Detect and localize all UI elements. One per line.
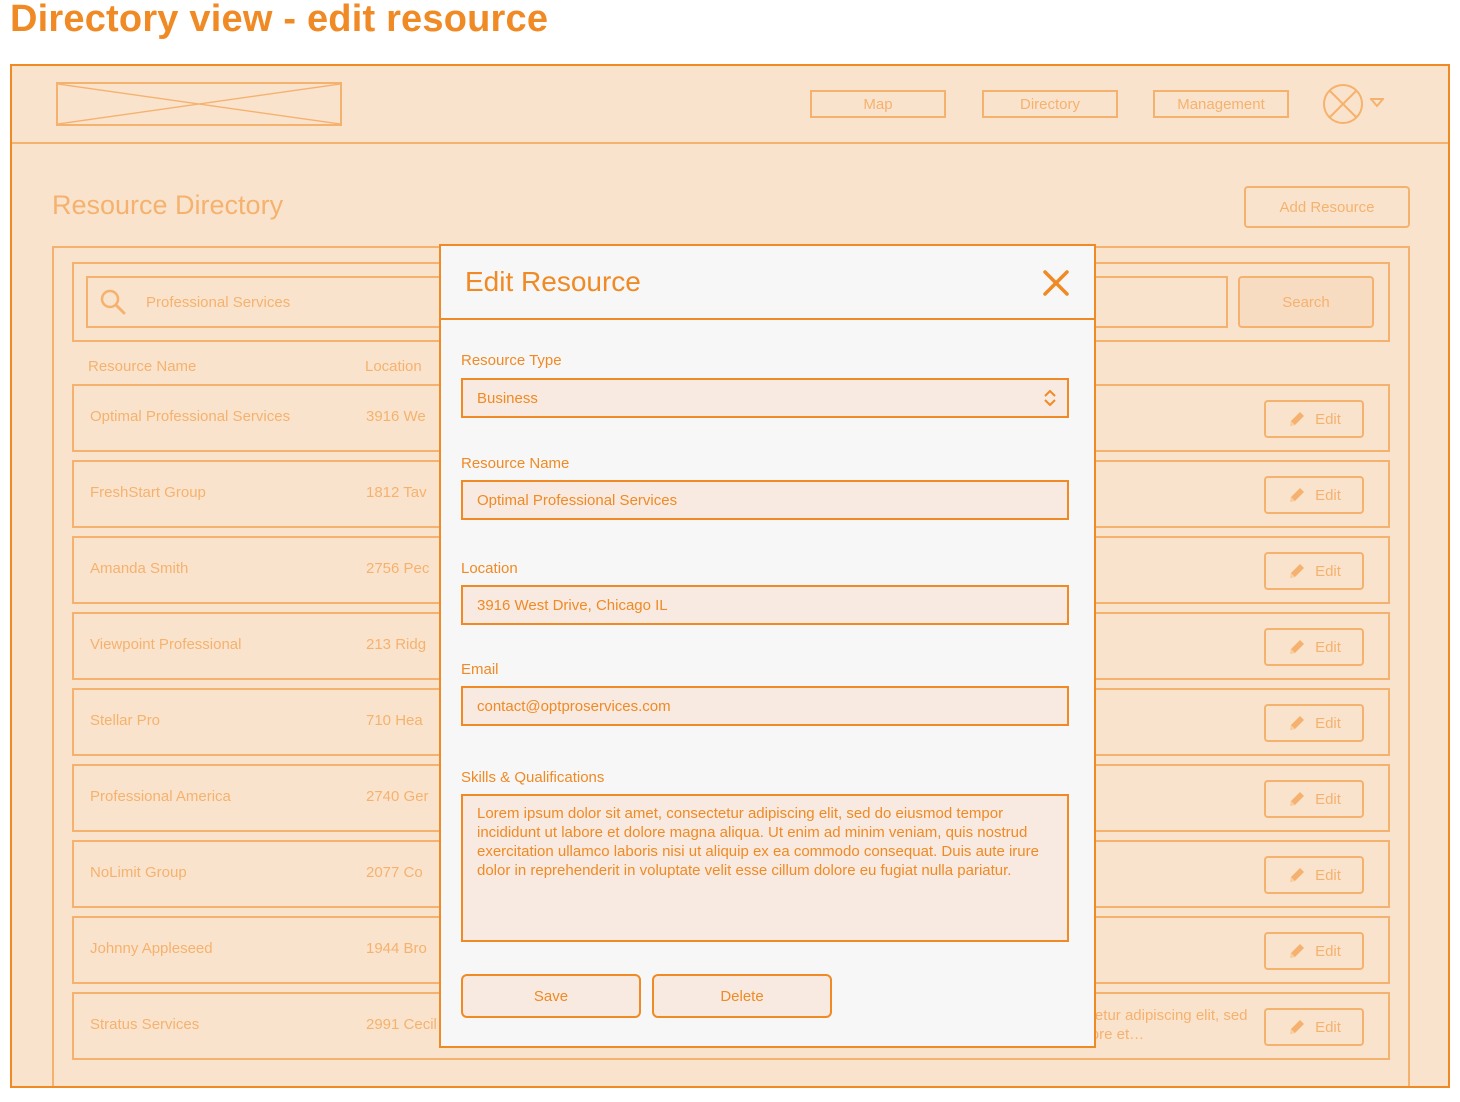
nav-management-button[interactable]: Management bbox=[1153, 90, 1289, 118]
delete-button[interactable]: Delete bbox=[652, 974, 832, 1018]
edit-button-label: Edit bbox=[1315, 1018, 1341, 1036]
resource-type-label: Resource Type bbox=[461, 352, 562, 369]
edit-button[interactable]: Edit bbox=[1264, 552, 1364, 590]
avatar-placeholder-icon[interactable] bbox=[1322, 83, 1364, 125]
pencil-icon bbox=[1290, 944, 1305, 958]
location-field[interactable]: 3916 West Drive, Chicago IL bbox=[461, 585, 1069, 625]
chevron-down-icon[interactable] bbox=[1370, 98, 1384, 108]
edit-button[interactable]: Edit bbox=[1264, 856, 1364, 894]
edit-button-label: Edit bbox=[1315, 790, 1341, 808]
edit-button-label: Edit bbox=[1315, 942, 1341, 960]
row-resource-name: Stellar Pro bbox=[90, 712, 161, 729]
resource-name-value: Optimal Professional Services bbox=[477, 491, 678, 509]
modal-header: Edit Resource bbox=[441, 246, 1094, 320]
top-navigation: Map Directory Management bbox=[12, 66, 1448, 144]
row-location: 2740 Ger bbox=[366, 788, 429, 805]
nav-map-button[interactable]: Map bbox=[810, 90, 946, 118]
pencil-icon bbox=[1290, 640, 1305, 654]
edit-button-label: Edit bbox=[1315, 562, 1341, 580]
location-value: 3916 West Drive, Chicago IL bbox=[477, 596, 668, 614]
edit-button-label: Edit bbox=[1315, 486, 1341, 504]
email-label: Email bbox=[461, 661, 499, 678]
add-resource-button[interactable]: Add Resource bbox=[1244, 186, 1410, 228]
pencil-icon bbox=[1290, 1020, 1305, 1034]
app-window: Map Directory Management Resource Direct… bbox=[10, 64, 1450, 1088]
edit-button[interactable]: Edit bbox=[1264, 704, 1364, 742]
skills-label: Skills & Qualifications bbox=[461, 769, 605, 786]
resource-name-field[interactable]: Optimal Professional Services bbox=[461, 480, 1069, 520]
edit-button[interactable]: Edit bbox=[1264, 780, 1364, 818]
edit-button-label: Edit bbox=[1315, 866, 1341, 884]
save-button[interactable]: Save bbox=[461, 974, 641, 1018]
edit-resource-modal: Edit Resource Resource Type Business Res… bbox=[439, 244, 1096, 1048]
edit-button-label: Edit bbox=[1315, 638, 1341, 656]
pencil-icon bbox=[1290, 412, 1305, 426]
row-resource-name: Viewpoint Professional bbox=[90, 636, 242, 653]
row-resource-name: Stratus Services bbox=[90, 1016, 200, 1033]
row-location: 213 Ridg bbox=[366, 636, 427, 653]
select-arrows-icon bbox=[1044, 389, 1056, 407]
edit-button[interactable]: Edit bbox=[1264, 628, 1364, 666]
row-resource-name: NoLimit Group bbox=[90, 864, 187, 881]
edit-button-label: Edit bbox=[1315, 410, 1341, 428]
email-value: contact@optproservices.com bbox=[477, 697, 671, 715]
edit-button[interactable]: Edit bbox=[1264, 932, 1364, 970]
row-location: 3916 We bbox=[366, 408, 426, 425]
row-resource-name: Amanda Smith bbox=[90, 560, 189, 577]
row-location: 1944 Bro bbox=[366, 940, 427, 957]
pencil-icon bbox=[1290, 868, 1305, 882]
edit-button[interactable]: Edit bbox=[1264, 400, 1364, 438]
nav-directory-button[interactable]: Directory bbox=[982, 90, 1118, 118]
directory-title: Resource Directory bbox=[52, 190, 284, 220]
search-button[interactable]: Search bbox=[1238, 276, 1374, 328]
page-title: Directory view - edit resource bbox=[10, 0, 549, 40]
column-header-resource-name: Resource Name bbox=[88, 358, 197, 375]
search-input-value: Professional Services bbox=[146, 293, 291, 311]
pencil-icon bbox=[1290, 564, 1305, 578]
resource-type-select[interactable]: Business bbox=[461, 378, 1069, 418]
edit-button[interactable]: Edit bbox=[1264, 476, 1364, 514]
row-location: 1812 Tav bbox=[366, 484, 427, 501]
search-icon bbox=[100, 289, 126, 315]
column-header-location: Location bbox=[365, 358, 422, 375]
row-location: 2077 Co bbox=[366, 864, 423, 881]
modal-title: Edit Resource bbox=[465, 266, 641, 297]
row-resource-name: Johnny Appleseed bbox=[90, 940, 213, 957]
row-location: 2756 Pec bbox=[366, 560, 430, 577]
pencil-icon bbox=[1290, 488, 1305, 502]
row-resource-name: Optimal Professional Services bbox=[90, 408, 291, 425]
row-resource-name: FreshStart Group bbox=[90, 484, 206, 501]
pencil-icon bbox=[1290, 716, 1305, 730]
location-label: Location bbox=[461, 560, 518, 577]
edit-button[interactable]: Edit bbox=[1264, 1008, 1364, 1046]
close-icon[interactable] bbox=[1041, 268, 1071, 298]
row-resource-name: Professional America bbox=[90, 788, 231, 805]
email-field[interactable]: contact@optproservices.com bbox=[461, 686, 1069, 726]
row-location: 710 Hea bbox=[366, 712, 423, 729]
resource-name-label: Resource Name bbox=[461, 455, 570, 472]
logo-placeholder[interactable] bbox=[56, 82, 342, 126]
skills-textarea[interactable]: Lorem ipsum dolor sit amet, consectetur … bbox=[461, 794, 1069, 942]
resource-type-value: Business bbox=[477, 389, 538, 407]
pencil-icon bbox=[1290, 792, 1305, 806]
edit-button-label: Edit bbox=[1315, 714, 1341, 732]
